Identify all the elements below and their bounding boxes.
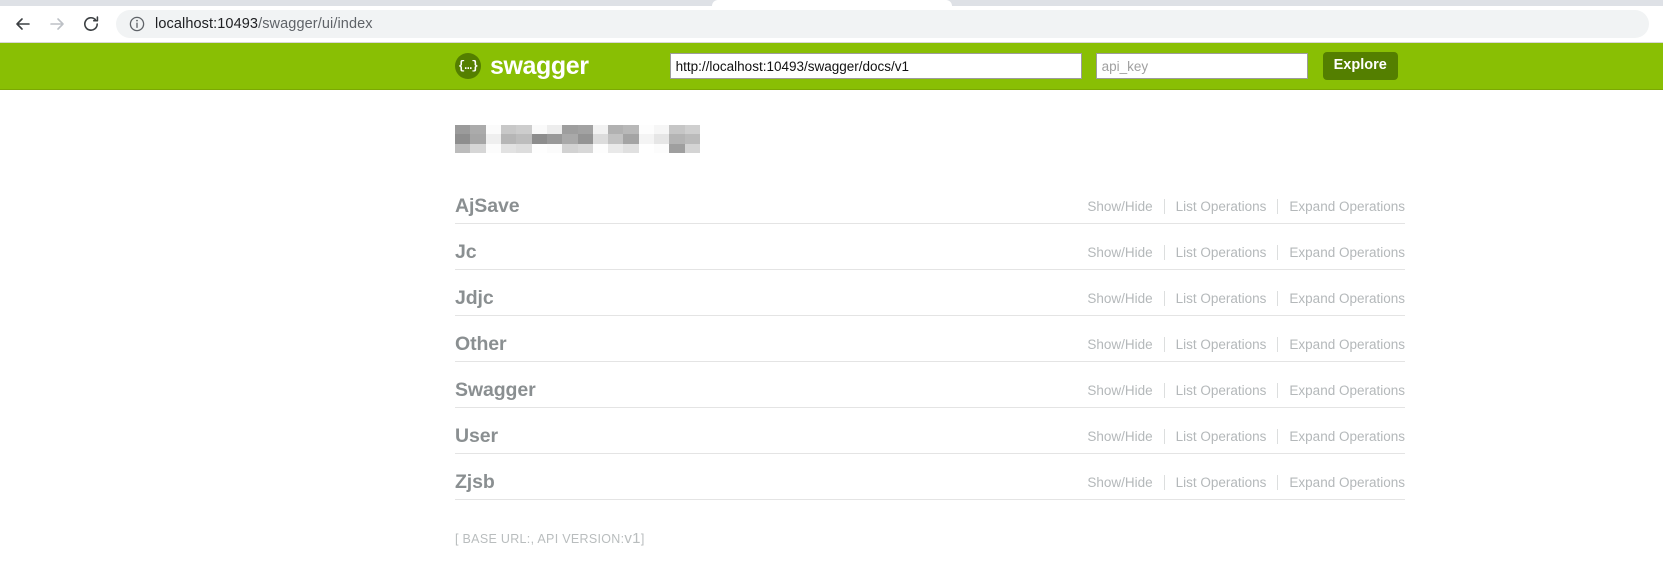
swagger-header-form: Explore [669, 52, 1398, 80]
swagger-logo-text: swagger [490, 51, 589, 80]
operations-separator [1163, 199, 1165, 214]
api-footer-info: [ BASE URL:, API VERSION:v1] [455, 530, 1663, 547]
list-operations-link[interactable]: List Operations [1176, 200, 1267, 214]
spec-url-input[interactable] [669, 53, 1082, 79]
resource-row: Zjsb Show/Hide List Operations Expand Op… [455, 461, 1405, 500]
resource-operations: Show/Hide List Operations Expand Operati… [1087, 291, 1405, 308]
back-button[interactable] [6, 9, 40, 39]
operations-separator [1277, 429, 1279, 444]
api-key-input[interactable] [1095, 53, 1308, 79]
resource-name[interactable]: AjSave [455, 196, 520, 217]
footer-base-url-label: [ BASE URL: [455, 532, 531, 546]
footer-version-label: , API VERSION: [530, 532, 625, 546]
list-operations-link[interactable]: List Operations [1176, 246, 1267, 260]
resource-name[interactable]: Jdjc [455, 288, 494, 309]
browser-toolbar: localhost:10493/swagger/ui/index [0, 6, 1663, 42]
operations-separator [1163, 245, 1165, 260]
api-title-redacted [455, 125, 700, 153]
info-circle-icon[interactable] [128, 15, 146, 33]
address-bar-path: /swagger/ui/index [258, 16, 373, 32]
swagger-braces-glyph: {…} [457, 59, 479, 73]
expand-operations-link[interactable]: Expand Operations [1289, 476, 1405, 490]
footer-suffix: ] [640, 532, 645, 546]
list-operations-link[interactable]: List Operations [1176, 476, 1267, 490]
operations-separator [1277, 291, 1279, 306]
resource-list: AjSave Show/Hide List Operations Expand … [455, 185, 1405, 500]
address-bar-host: localhost:10493 [155, 16, 259, 32]
resource-row: AjSave Show/Hide List Operations Expand … [455, 185, 1405, 224]
show-hide-link[interactable]: Show/Hide [1087, 200, 1152, 214]
operations-separator [1163, 475, 1165, 490]
expand-operations-link[interactable]: Expand Operations [1289, 338, 1405, 352]
show-hide-link[interactable]: Show/Hide [1087, 246, 1152, 260]
footer-version-value: v1 [624, 530, 641, 547]
resource-name[interactable]: Jc [455, 242, 477, 263]
expand-operations-link[interactable]: Expand Operations [1289, 246, 1405, 260]
resource-operations: Show/Hide List Operations Expand Operati… [1087, 199, 1405, 216]
list-operations-link[interactable]: List Operations [1176, 338, 1267, 352]
list-operations-link[interactable]: List Operations [1176, 292, 1267, 306]
resource-name[interactable]: Zjsb [455, 472, 495, 493]
list-operations-link[interactable]: List Operations [1176, 430, 1267, 444]
list-operations-link[interactable]: List Operations [1176, 384, 1267, 398]
expand-operations-link[interactable]: Expand Operations [1289, 200, 1405, 214]
show-hide-link[interactable]: Show/Hide [1087, 430, 1152, 444]
resource-row: Jc Show/Hide List Operations Expand Oper… [455, 231, 1405, 270]
operations-separator [1277, 337, 1279, 352]
show-hide-link[interactable]: Show/Hide [1087, 338, 1152, 352]
resource-name[interactable]: Swagger [455, 380, 536, 401]
operations-separator [1277, 245, 1279, 260]
resource-operations: Show/Hide List Operations Expand Operati… [1087, 475, 1405, 492]
resource-operations: Show/Hide List Operations Expand Operati… [1087, 337, 1405, 354]
expand-operations-link[interactable]: Expand Operations [1289, 384, 1405, 398]
arrow-left-icon [13, 14, 33, 34]
show-hide-link[interactable]: Show/Hide [1087, 384, 1152, 398]
forward-button[interactable] [40, 9, 74, 39]
operations-separator [1163, 291, 1165, 306]
operations-separator [1163, 429, 1165, 444]
resource-name[interactable]: User [455, 426, 498, 447]
resource-operations: Show/Hide List Operations Expand Operati… [1087, 383, 1405, 400]
resource-row: User Show/Hide List Operations Expand Op… [455, 415, 1405, 454]
resource-row: Swagger Show/Hide List Operations Expand… [455, 369, 1405, 408]
resource-row: Other Show/Hide List Operations Expand O… [455, 323, 1405, 362]
reload-icon [81, 14, 101, 34]
show-hide-link[interactable]: Show/Hide [1087, 476, 1152, 490]
resource-name[interactable]: Other [455, 334, 507, 355]
arrow-right-icon [47, 14, 67, 34]
resource-operations: Show/Hide List Operations Expand Operati… [1087, 429, 1405, 446]
explore-button[interactable]: Explore [1322, 52, 1398, 80]
operations-separator [1277, 383, 1279, 398]
show-hide-link[interactable]: Show/Hide [1087, 292, 1152, 306]
swagger-braces-icon: {…} [455, 53, 481, 79]
operations-separator [1277, 199, 1279, 214]
expand-operations-link[interactable]: Expand Operations [1289, 292, 1405, 306]
operations-separator [1163, 337, 1165, 352]
address-bar-text: localhost:10493/swagger/ui/index [155, 16, 373, 32]
expand-operations-link[interactable]: Expand Operations [1289, 430, 1405, 444]
main-content: AjSave Show/Hide List Operations Expand … [0, 90, 1663, 547]
browser-chrome: localhost:10493/swagger/ui/index [0, 0, 1663, 43]
address-bar[interactable]: localhost:10493/swagger/ui/index [116, 10, 1649, 38]
operations-separator [1163, 383, 1165, 398]
operations-separator [1277, 475, 1279, 490]
reload-button[interactable] [74, 9, 108, 39]
swagger-logo[interactable]: {…} swagger [455, 52, 589, 81]
swagger-header: {…} swagger Explore [0, 43, 1663, 90]
resource-operations: Show/Hide List Operations Expand Operati… [1087, 245, 1405, 262]
resource-row: Jdjc Show/Hide List Operations Expand Op… [455, 277, 1405, 316]
